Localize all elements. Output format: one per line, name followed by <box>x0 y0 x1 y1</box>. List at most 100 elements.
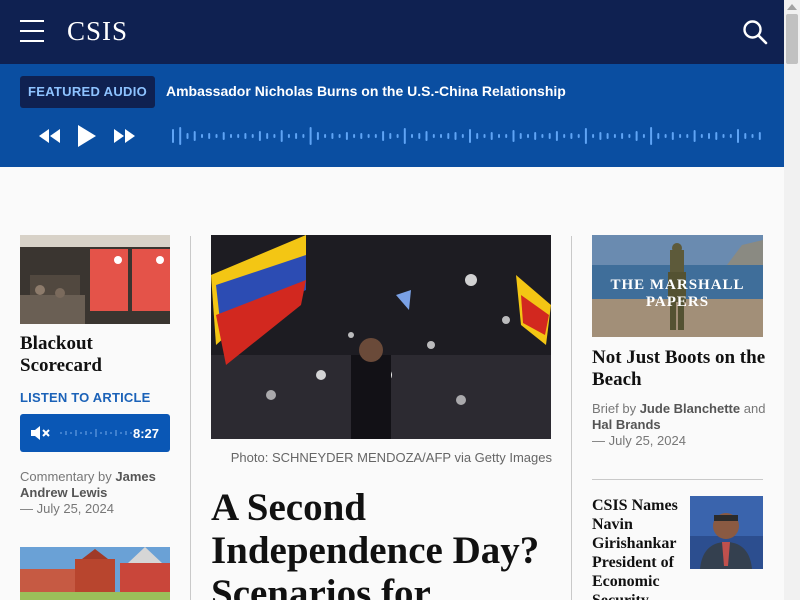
mute-icon[interactable] <box>30 424 52 442</box>
waveform-bar <box>230 134 232 138</box>
waveform-bar <box>744 133 747 139</box>
waveform-bar <box>519 133 522 139</box>
waveform-bar <box>331 133 334 139</box>
waveform-bar <box>447 133 450 139</box>
marshall-papers-image[interactable]: THE MARSHALL PAPERS <box>592 235 763 337</box>
meta-type: Commentary by <box>20 469 112 484</box>
waveform-bar <box>758 132 761 140</box>
article-title-boots[interactable]: Not Just Boots on the Beach <box>592 347 767 391</box>
waveform-bar <box>309 127 312 145</box>
waveform-bar <box>396 134 399 138</box>
main-headline[interactable]: A Second Independence Day? Scenarios for <box>211 486 571 600</box>
waveform-bar <box>671 132 674 140</box>
waveform-bar <box>469 129 471 143</box>
waveform-bar <box>657 133 660 139</box>
blackout-scorecard-image[interactable] <box>20 235 170 324</box>
author-link[interactable]: Jude Blanchette <box>640 401 740 416</box>
waveform-bar <box>664 134 667 138</box>
waveform-bar <box>425 131 428 141</box>
waveform-bar <box>237 134 240 138</box>
article-date: — July 25, 2024 <box>592 433 686 448</box>
waveform-bar <box>193 131 196 141</box>
waveform-bar <box>534 132 537 140</box>
waveform-bar <box>563 134 566 138</box>
csis-logo[interactable]: CSIS <box>67 16 128 47</box>
page-scrollbar[interactable] <box>784 0 800 600</box>
waveform-bar <box>411 134 413 138</box>
waveform-bar <box>570 133 573 139</box>
waveform-bar <box>374 134 377 138</box>
venezuela-photo[interactable] <box>211 235 551 439</box>
scrollbar-thumb[interactable] <box>786 14 798 64</box>
player-waveform <box>60 429 132 437</box>
waveform-bar <box>490 132 493 140</box>
audio-waveform[interactable] <box>172 122 766 150</box>
search-icon[interactable] <box>742 19 768 45</box>
fast-forward-icon[interactable] <box>110 122 138 150</box>
author-link[interactable]: Hal Brands <box>592 417 661 432</box>
waveform-bar <box>287 134 290 138</box>
waveform-bar <box>403 128 406 144</box>
waveform-bar <box>251 134 254 138</box>
moscow-image[interactable] <box>20 547 170 600</box>
waveform-bar <box>751 134 754 138</box>
waveform-bar <box>172 129 174 143</box>
waveform-bar <box>360 133 363 139</box>
featured-audio-title[interactable]: Ambassador Nicholas Burns on the U.S.-Ch… <box>166 83 566 99</box>
waveform-bar <box>512 130 515 142</box>
waveform-bar <box>505 134 508 138</box>
waveform-bar <box>266 133 269 139</box>
waveform-bar <box>244 133 247 139</box>
navin-portrait[interactable] <box>690 496 763 569</box>
waveform-bar <box>382 131 385 141</box>
waveform-bar <box>693 130 696 142</box>
waveform-bar <box>613 134 616 138</box>
waveform-bar <box>498 134 500 138</box>
article-audio-player[interactable]: 8:27 <box>20 414 170 452</box>
waveform-bar <box>621 133 624 139</box>
waveform-bar <box>215 134 218 138</box>
waveform-bar <box>338 134 341 138</box>
waveform-bar <box>527 134 529 138</box>
top-nav-bar: CSIS <box>0 0 784 64</box>
waveform-bar <box>722 134 725 138</box>
waveform-bar <box>201 134 203 138</box>
waveform-bar <box>577 134 580 138</box>
waveform-bar <box>476 133 479 139</box>
waveform-bar <box>295 133 298 139</box>
listen-to-article-label: LISTEN TO ARTICLE <box>20 390 151 405</box>
waveform-bar <box>222 132 225 140</box>
featured-audio-badge: FEATURED AUDIO <box>20 76 156 108</box>
waveform-bar <box>635 131 638 141</box>
waveform-bar <box>273 134 276 138</box>
article-title-navin[interactable]: CSIS Names Navin Girishankar President o… <box>592 496 684 600</box>
featured-audio-bar: FEATURED AUDIO Ambassador Nicholas Burns… <box>0 64 784 167</box>
meta-type: Brief by <box>592 401 637 416</box>
hamburger-menu-icon[interactable] <box>20 20 44 42</box>
waveform-bar <box>584 128 587 144</box>
play-icon[interactable] <box>72 122 100 150</box>
meta-and: and <box>743 401 766 416</box>
article-title-blackout[interactable]: Blackout Scorecard <box>20 333 170 377</box>
waveform-bar <box>679 134 682 138</box>
scroll-up-arrow-icon[interactable] <box>787 4 797 10</box>
waveform-bar <box>737 129 739 143</box>
section-divider <box>592 479 763 480</box>
waveform-bar <box>208 133 211 139</box>
waveform-bar <box>454 132 457 140</box>
waveform-bar <box>686 134 689 138</box>
page: CSIS FEATURED AUDIO Ambassador Nicholas … <box>0 0 800 600</box>
waveform-bar <box>432 134 435 138</box>
column-divider-right <box>571 236 572 600</box>
waveform-bar <box>179 127 182 145</box>
waveform-bar <box>389 133 392 139</box>
waveform-bar <box>606 133 609 139</box>
player-duration: 8:27 <box>132 426 159 441</box>
waveform-bar <box>548 133 551 139</box>
waveform-bar <box>280 130 283 142</box>
waveform-bar <box>367 134 370 138</box>
waveform-bar <box>324 134 327 138</box>
waveform-bar <box>186 133 189 139</box>
rewind-icon[interactable] <box>36 122 64 150</box>
waveform-bar <box>353 134 356 138</box>
